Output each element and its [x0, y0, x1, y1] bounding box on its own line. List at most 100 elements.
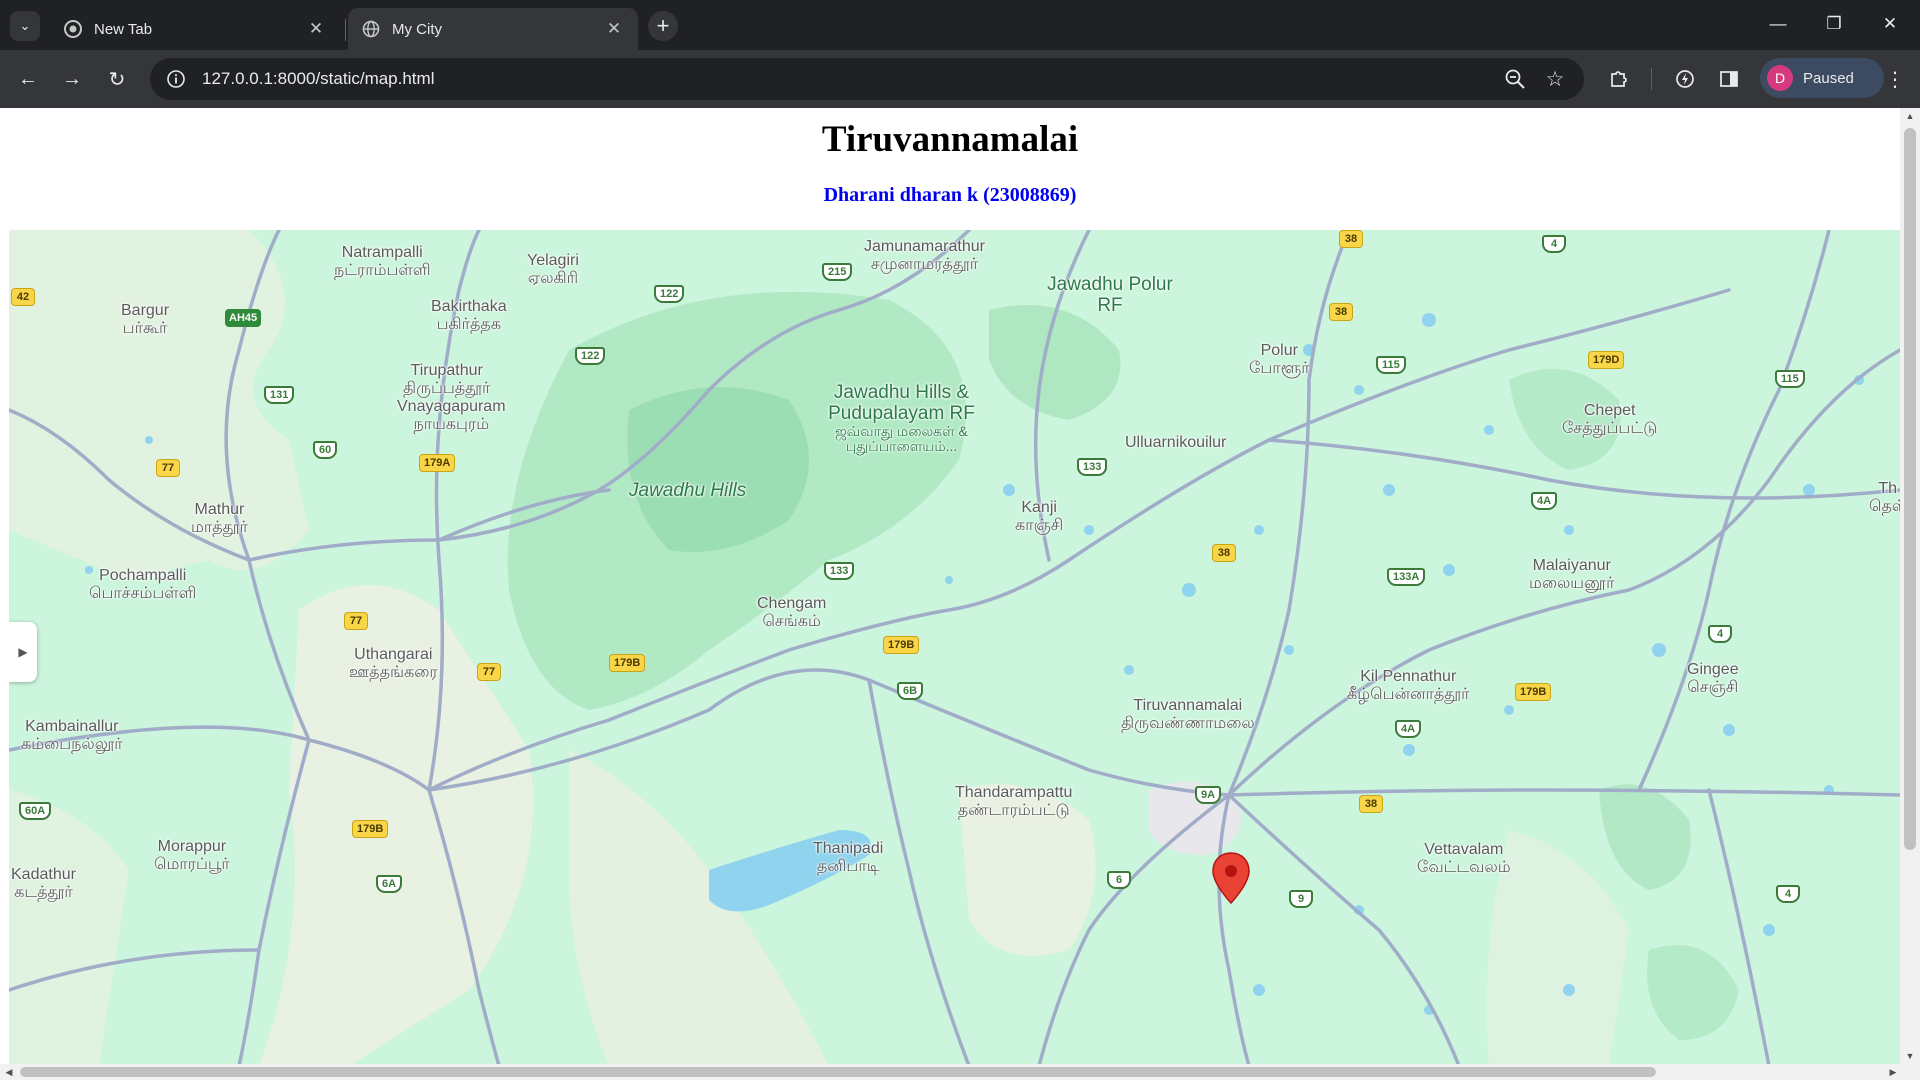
side-panel-button[interactable]	[1714, 64, 1744, 94]
map-place-label[interactable]: Tiruvannamalai திருவண்ணாமலை	[1121, 697, 1255, 733]
tab-search-button[interactable]: ⌄	[10, 11, 40, 41]
scroll-down-icon[interactable]: ▼	[1900, 1048, 1920, 1064]
map-place-label[interactable]: Yelagiri ஏலகிரி	[527, 252, 579, 288]
road-shield: 77	[344, 612, 368, 630]
page-content: Tiruvannamalai Dharani dharan k (2300886…	[0, 108, 1920, 1080]
map-place-label[interactable]: Thandarampattu தண்டாரம்பட்டு	[955, 784, 1072, 820]
road-shield: 133A	[1387, 568, 1426, 586]
map-place-label[interactable]: Jawadhu Hills	[629, 480, 746, 501]
browser-toolbar: ← → ↻ 127.0.0.1:8000/static/map.html ☆	[0, 50, 1920, 108]
tab-strip: ⌄ New Tab ✕ My City ✕ + — ❐ ✕	[0, 0, 1920, 50]
map-place-label[interactable]: Pochampalli பொச்சம்பள்ளி	[89, 567, 196, 603]
road-shield: 38	[1339, 230, 1363, 248]
map-place-label[interactable]: Gingee செஞ்சி	[1687, 661, 1739, 697]
arrow-left-icon: ←	[18, 67, 38, 90]
map-place-label[interactable]: Polur போளூர்	[1249, 342, 1310, 378]
map-place-label[interactable]: Vettavalam வேட்டவலம்	[1417, 841, 1511, 877]
horizontal-scrollbar[interactable]: ◀ ▶	[0, 1064, 1920, 1080]
map-place-label[interactable]: Tirupathur திருப்பத்தூர்	[403, 362, 490, 398]
more-vert-icon: ⋮	[1885, 68, 1905, 91]
map-place-label[interactable]: Jawadhu Hills & Pudupalayam RF ஜவ்வாது மல…	[819, 382, 984, 454]
arrow-right-icon: →	[62, 67, 82, 90]
browser-menu-button[interactable]: ⋮	[1880, 64, 1910, 94]
map-place-label[interactable]: Thanipadi தனிபாடி	[813, 840, 883, 876]
globe-icon	[362, 20, 380, 38]
map-place-label[interactable]: Kil Pennathur கீழ்பென்னாத்தூர்	[1347, 668, 1470, 704]
map-place-label[interactable]: Chengam செங்கம்	[757, 595, 826, 631]
reload-icon: ↻	[108, 68, 126, 91]
close-window-button[interactable]: ✕	[1862, 6, 1918, 42]
restore-button[interactable]: ❐	[1806, 6, 1862, 42]
minimize-button[interactable]: —	[1750, 6, 1806, 42]
map-place-label[interactable]: Bargur பர்கூர்	[121, 302, 169, 338]
close-icon[interactable]: ✕	[306, 19, 326, 39]
map-place-label[interactable]: Uthangarai ஊத்தங்கரை	[349, 646, 438, 682]
back-button[interactable]: ←	[12, 63, 44, 95]
road-shield: 4	[1542, 235, 1566, 253]
map-expand-button[interactable]: ▶	[9, 622, 37, 682]
road-shield: 179B	[609, 654, 646, 672]
road-shield: 77	[477, 663, 501, 681]
new-tab-button[interactable]: +	[648, 11, 678, 41]
profile-button[interactable]: D Paused	[1760, 58, 1884, 98]
road-shield: 179B	[883, 636, 920, 654]
road-shield: 131	[264, 386, 295, 404]
close-icon: ✕	[1882, 14, 1898, 33]
tab-my-city[interactable]: My City ✕	[348, 8, 638, 50]
road-shield: 9	[1289, 890, 1313, 908]
chevron-right-icon: ▶	[18, 645, 28, 659]
reload-button[interactable]: ↻	[101, 63, 133, 95]
road-shield: 179B	[1515, 683, 1552, 701]
scroll-up-icon[interactable]: ▲	[1900, 108, 1920, 124]
map-view[interactable]: Natrampalli நட்ராம்பள்ளி Yelagiri ஏலகிரி J…	[9, 230, 1900, 1066]
map-place-label[interactable]: Morappur மொரப்பூர்	[154, 838, 230, 874]
extensions-button[interactable]	[1604, 64, 1634, 94]
tab-divider	[345, 19, 346, 41]
map-place-label[interactable]: Mathur மாத்தூர்	[191, 501, 248, 537]
scrollbar-thumb[interactable]	[20, 1067, 1656, 1077]
performance-button[interactable]	[1670, 64, 1700, 94]
vertical-scrollbar[interactable]: ▲ ▼	[1900, 108, 1920, 1064]
toolbar-divider	[1651, 68, 1652, 90]
forward-button[interactable]: →	[56, 63, 88, 95]
tab-title: New Tab	[94, 20, 153, 38]
info-icon[interactable]	[164, 67, 188, 91]
map-place-label[interactable]: Vnayagapuram நாயகபுரம்	[397, 398, 506, 434]
minimize-icon: —	[1769, 14, 1787, 33]
road-shield: 77	[156, 459, 180, 477]
map-place-label[interactable]: Bakirthaka பகிர்த்தக	[431, 298, 507, 334]
map-place-label[interactable]: Ulluarnikouilur	[1125, 434, 1226, 452]
road-shield: 4	[1708, 625, 1732, 643]
map-place-label[interactable]: Jawadhu Polur RF	[1045, 274, 1175, 316]
map-place-label[interactable]: Natrampalli நட்ராம்பள்ளி	[334, 244, 431, 280]
road-shield: 4	[1776, 885, 1800, 903]
road-shield: 6	[1107, 871, 1131, 889]
scrollbar-thumb[interactable]	[1904, 128, 1916, 850]
address-bar[interactable]: 127.0.0.1:8000/static/map.html	[150, 58, 1584, 100]
scroll-right-icon[interactable]: ▶	[1884, 1064, 1902, 1080]
page-title: Tiruvannamalai	[821, 119, 1079, 160]
map-place-label[interactable]: Th தெள்	[1869, 480, 1900, 516]
scroll-left-icon[interactable]: ◀	[0, 1064, 18, 1080]
plus-icon: +	[656, 13, 670, 38]
bookmark-button[interactable]: ☆	[1540, 64, 1570, 94]
road-shield: 38	[1329, 303, 1353, 321]
road-shield: 4A	[1395, 720, 1422, 738]
zoom-out-icon	[1505, 69, 1525, 89]
map-place-label[interactable]: Jamunamarathur சமுனாமரத்தூர்	[864, 238, 985, 274]
map-place-label[interactable]: Kambainallur கம்பைநல்லூர்	[21, 718, 123, 754]
map-place-label[interactable]: Malaiyanur மலையனூர்	[1529, 557, 1614, 593]
tab-new-tab[interactable]: New Tab ✕	[50, 8, 340, 50]
map-place-label[interactable]: Kadathur கடத்தூர்	[11, 866, 76, 902]
road-shield: 60	[313, 441, 338, 459]
map-pin-icon	[1212, 852, 1250, 904]
road-shield: 115	[1376, 356, 1406, 374]
map-place-label[interactable]: Chepet சேத்துப்பட்டு	[1562, 402, 1657, 438]
zoom-button[interactable]	[1500, 64, 1530, 94]
road-shield: 4A	[1531, 492, 1558, 510]
road-shield: 60A	[19, 802, 52, 820]
map-place-label[interactable]: Kanji காஞ்சி	[1015, 499, 1063, 535]
close-icon[interactable]: ✕	[604, 19, 624, 39]
profile-status: Paused	[1803, 69, 1854, 87]
url-text: 127.0.0.1:8000/static/map.html	[202, 69, 435, 88]
